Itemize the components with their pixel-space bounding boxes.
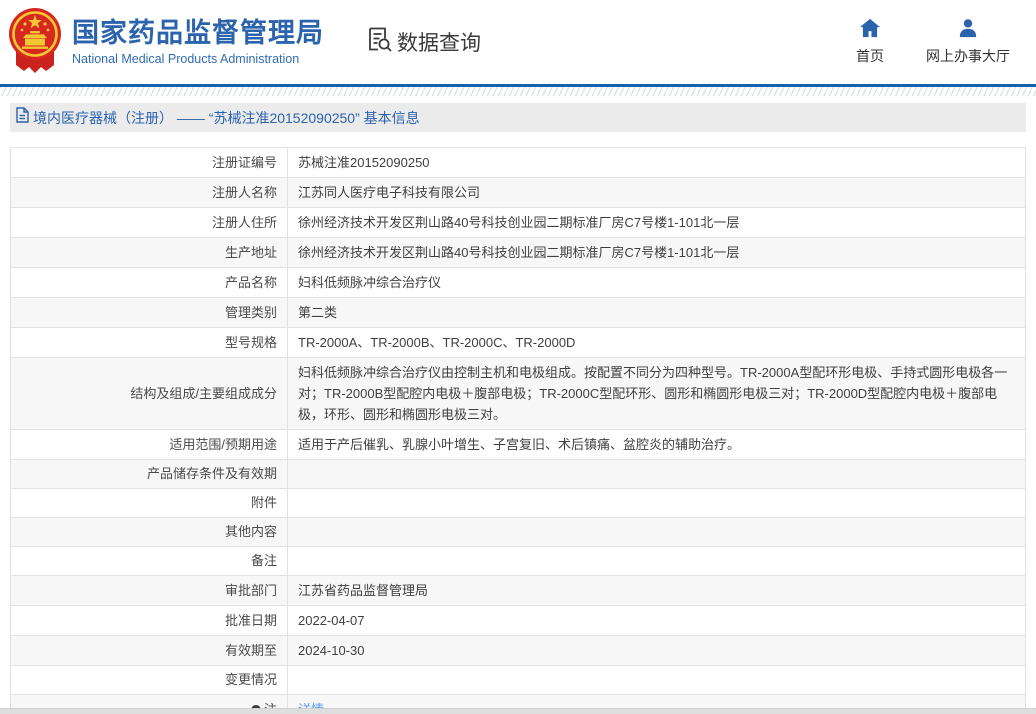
page-title: 境内医疗器械（注册） —— “苏械注准20152090250” 基本信息 (33, 109, 420, 126)
table-row: 注册证编号 苏械注准20152090250 (10, 147, 1026, 178)
page: 国家药品监督管理局 National Medical Products Admi… (0, 0, 1036, 714)
data-query-label: 数据查询 (397, 32, 481, 55)
row-value: 2022-04-07 (287, 605, 1026, 636)
table-row: 结构及组成/主要组成成分 妇科低频脉冲综合治疗仪由控制主机和电极组成。按配置不同… (10, 357, 1026, 430)
row-value (287, 488, 1026, 518)
row-value: 妇科低频脉冲综合治疗仪 (287, 267, 1026, 298)
row-label: 备注 (10, 546, 288, 576)
row-value: 2024-10-30 (287, 635, 1026, 666)
nav-home[interactable]: 首页 (856, 18, 884, 66)
row-value (287, 546, 1026, 576)
table-row: 变更情况 (10, 665, 1026, 695)
table-row: 批准日期 2022-04-07 (10, 605, 1026, 636)
row-value: 徐州经济技术开发区荆山路40号科技创业园二期标准厂房C7号楼1-101北一层 (287, 207, 1026, 238)
document-search-icon (366, 26, 393, 58)
table-row: 产品名称 妇科低频脉冲综合治疗仪 (10, 267, 1026, 298)
site-title: 国家药品监督管理局 (72, 18, 324, 49)
table-row: 审批部门 江苏省药品监督管理局 (10, 575, 1026, 606)
row-value: 江苏同人医疗电子科技有限公司 (287, 177, 1026, 208)
row-label: 其他内容 (10, 517, 288, 547)
china-national-emblem-icon (8, 7, 62, 80)
top-nav: 首页 网上办事大厅 (856, 18, 1010, 66)
table-row: 适用范围/预期用途 适用于产后催乳、乳腺小叶增生、子宫复旧、术后镇痛、盆腔炎的辅… (10, 429, 1026, 460)
table-row: 管理类别 第二类 (10, 297, 1026, 328)
table-row: 其他内容 (10, 517, 1026, 547)
row-value: 适用于产后催乳、乳腺小叶增生、子宫复旧、术后镇痛、盆腔炎的辅助治疗。 (287, 429, 1026, 460)
registration-info-table: 注册证编号 苏械注准20152090250 注册人名称 江苏同人医疗电子科技有限… (10, 147, 1026, 714)
row-label: 注册证编号 (10, 147, 288, 178)
data-query-section[interactable]: 数据查询 (366, 26, 481, 58)
row-label: 注册人名称 (10, 177, 288, 208)
nav-online-hall-label: 网上办事大厅 (926, 48, 1010, 64)
row-label: 结构及组成/主要组成成分 (10, 357, 288, 430)
row-value: 第二类 (287, 297, 1026, 328)
nav-home-label: 首页 (856, 48, 884, 64)
brand: 国家药品监督管理局 National Medical Products Admi… (72, 18, 324, 65)
row-label: 管理类别 (10, 297, 288, 328)
row-label: 型号规格 (10, 327, 288, 358)
row-label: 生产地址 (10, 237, 288, 268)
home-icon (859, 18, 881, 43)
table-row: 生产地址 徐州经济技术开发区荆山路40号科技创业园二期标准厂房C7号楼1-101… (10, 237, 1026, 268)
table-row: 产品储存条件及有效期 (10, 459, 1026, 489)
hatch-stripe (0, 87, 1036, 96)
row-value: TR-2000A、TR-2000B、TR-2000C、TR-2000D (287, 327, 1026, 358)
row-label: 附件 (10, 488, 288, 518)
info-table-body: 注册证编号 苏械注准20152090250 注册人名称 江苏同人医疗电子科技有限… (10, 147, 1026, 714)
row-value (287, 665, 1026, 695)
table-row: 型号规格 TR-2000A、TR-2000B、TR-2000C、TR-2000D (10, 327, 1026, 358)
page-title-bar: 境内医疗器械（注册） —— “苏械注准20152090250” 基本信息 (10, 103, 1026, 132)
document-icon (15, 107, 29, 128)
row-value (287, 517, 1026, 547)
site-subtitle: National Medical Products Administration (72, 51, 300, 66)
row-value: 妇科低频脉冲综合治疗仪由控制主机和电极组成。按配置不同分为四种型号。TR-200… (287, 357, 1026, 430)
row-label: 适用范围/预期用途 (10, 429, 288, 460)
row-value: 江苏省药品监督管理局 (287, 575, 1026, 606)
row-label: 审批部门 (10, 575, 288, 606)
table-row: 注册人住所 徐州经济技术开发区荆山路40号科技创业园二期标准厂房C7号楼1-10… (10, 207, 1026, 238)
row-value: 徐州经济技术开发区荆山路40号科技创业园二期标准厂房C7号楼1-101北一层 (287, 237, 1026, 268)
table-row: 有效期至 2024-10-30 (10, 635, 1026, 666)
user-icon (957, 18, 979, 43)
table-row: 备注 (10, 546, 1026, 576)
table-row: 附件 (10, 488, 1026, 518)
bottom-strip (0, 708, 1036, 714)
nav-online-hall[interactable]: 网上办事大厅 (926, 18, 1010, 66)
row-label: 变更情况 (10, 665, 288, 695)
row-label: 产品储存条件及有效期 (10, 459, 288, 489)
table-row: 注册人名称 江苏同人医疗电子科技有限公司 (10, 177, 1026, 208)
row-label: 有效期至 (10, 635, 288, 666)
row-label: 批准日期 (10, 605, 288, 636)
row-value (287, 459, 1026, 489)
row-value: 苏械注准20152090250 (287, 147, 1026, 178)
row-label: 注册人住所 (10, 207, 288, 238)
row-label: 产品名称 (10, 267, 288, 298)
site-header: 国家药品监督管理局 National Medical Products Admi… (0, 0, 1036, 84)
